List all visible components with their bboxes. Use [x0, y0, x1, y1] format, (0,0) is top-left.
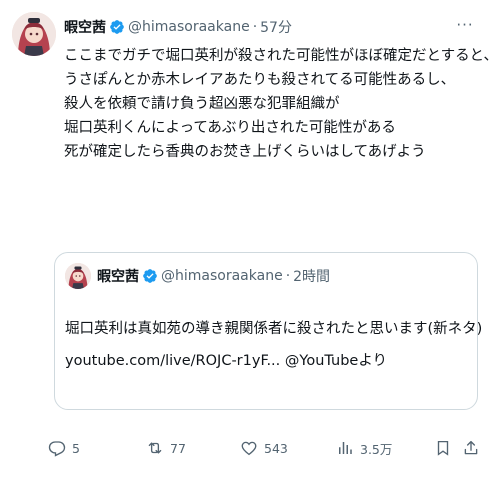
retweet-button[interactable]: 77 — [146, 436, 186, 460]
quoted-tweet[interactable]: 暇空茜 @himasoraakane · 2時間 堀口英利は真如苑の導き親関係者… — [54, 252, 483, 410]
retweet-icon — [148, 442, 162, 454]
quoted-header: 暇空茜 @himasoraakane · 2時間 — [97, 266, 330, 286]
views-button[interactable]: 3.5万 — [336, 436, 392, 460]
quoted-text: 堀口英利は真如苑の導き親関係者に殺されたと思います(新ネタ) youtube.c… — [65, 313, 483, 377]
bookmark-icon — [437, 440, 449, 456]
views-count: 3.5万 — [360, 441, 393, 457]
verified-badge-icon — [142, 268, 158, 284]
quoted-avatar[interactable] — [65, 263, 91, 289]
bookmark-button[interactable] — [434, 436, 458, 460]
separator-dot: · — [285, 268, 291, 284]
verified-badge-icon — [109, 19, 125, 35]
timestamp[interactable]: 57分 — [260, 17, 292, 37]
share-button[interactable] — [462, 436, 486, 460]
like-count: 543 — [264, 440, 288, 456]
tweet-text-line: 死が確定したら香典のお焚き上げくらいはしてあげよう — [64, 144, 426, 160]
quoted-text-line: youtube.com/live/ROJC-r1yF... @YouTubeより — [65, 353, 388, 369]
tweet-header: 暇空茜 @himasoraakane · 57分 — [64, 16, 477, 38]
like-button[interactable]: 543 — [240, 436, 288, 460]
quoted-author-name: 暇空茜 — [97, 269, 139, 285]
tweet[interactable]: 暇空茜 @himasoraakane · 57分 ··· ここまでガチで堀口英利… — [0, 0, 489, 489]
quoted-handle: @himasoraakane — [161, 268, 283, 284]
more-icon[interactable]: ··· — [455, 16, 475, 34]
author-name[interactable]: 暇空茜 — [64, 17, 106, 37]
tweet-text: ここまでガチで堀口英利が殺された可能性がほぼ確定だとすると、 うさぽんとか赤木レ… — [64, 44, 489, 164]
avatar[interactable] — [12, 12, 56, 56]
quoted-timestamp: 2時間 — [293, 269, 331, 285]
reply-count: 5 — [72, 440, 80, 456]
reply-icon — [48, 441, 66, 457]
retweet-count: 77 — [170, 440, 186, 456]
views-icon — [339, 442, 352, 454]
tweet-text-line: 殺人を依頼で請け負う超凶悪な犯罪組織が — [64, 96, 340, 112]
reply-button[interactable]: 5 — [48, 436, 80, 460]
like-icon — [241, 441, 257, 456]
share-icon — [464, 440, 478, 455]
quoted-text-line: 堀口英利は真如苑の導き親関係者に殺されたと思います(新ネタ) — [65, 321, 483, 337]
separator-dot: · — [252, 19, 258, 35]
action-bar: 5 77 543 3.5万 — [48, 436, 484, 460]
author-handle[interactable]: @himasoraakane — [128, 19, 250, 35]
tweet-text-line: ここまでガチで堀口英利が殺された可能性がほぼ確定だとすると、 — [64, 48, 489, 64]
tweet-text-line: 堀口英利くんによってあぶり出された可能性がある — [64, 120, 396, 136]
tweet-text-line: うさぽんとか赤木レイアあたりも殺されてる可能性あるし、 — [64, 72, 456, 88]
